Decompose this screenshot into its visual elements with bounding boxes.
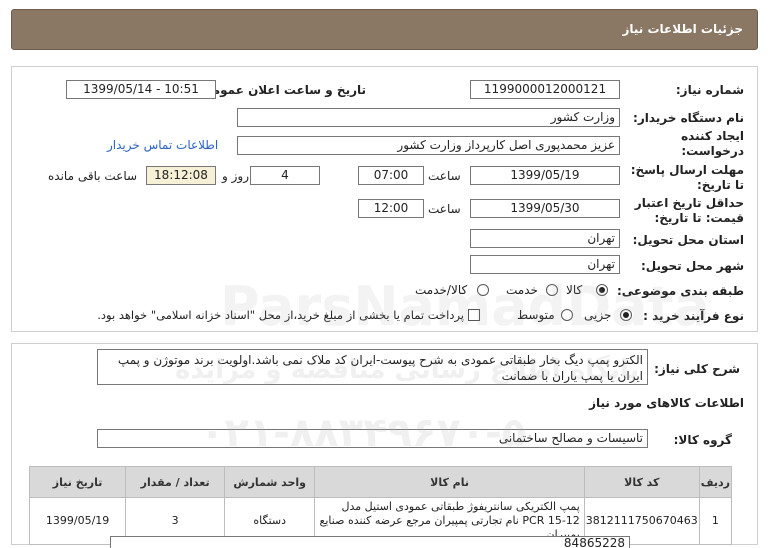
announce-label: تاریخ و ساعت اعلان عمومی: [195,83,366,97]
days-field: 4 [250,166,320,185]
category-both-label: کالا/خدمت [415,283,468,297]
deadline-label-1: مهلت ارسال پاسخ: [630,163,744,177]
buyer-org-field: وزارت کشور [237,108,620,127]
category-goods-radio[interactable] [596,284,608,296]
col-unit: واحد شمارش [224,466,316,498]
process-partial-label: جزیی [584,308,612,322]
page-header: جزئیات اطلاعات نیاز [11,9,758,50]
city-label: شهر محل تحویل: [640,259,744,273]
desc-label: شرح کلی نیاز: [654,362,740,376]
deadline-label-2: تا تاریخ: [696,178,744,192]
col-code: کد کالا [583,466,700,498]
announce-field: 1399/05/14 - 10:51 [66,80,216,99]
province-label: استان محل تحویل: [632,233,744,247]
cell-row: 1 [698,497,733,545]
city-field: تهران [470,255,620,274]
validity-time-label: ساعت [428,202,461,216]
deadline-time-label: ساعت [428,169,461,183]
remaining-label: ساعت باقی مانده [48,169,138,183]
need-number-label: شماره نیاز: [675,83,744,97]
category-goods-label: کالا [566,283,583,297]
goods-table-header: ردیف کد کالا نام کالا واحد شمارش تعداد /… [28,466,733,498]
contact-buyer-link[interactable]: اطلاعات تماس خریدار [107,138,218,152]
col-name: نام کالا [314,466,585,498]
days-label: روز و [222,169,249,183]
creator-label-2: درخواست: [681,144,744,158]
col-row: ردیف [698,466,733,498]
validity-label-2: قیمت: تا تاریخ: [654,211,744,225]
category-label: طبقه بندی موضوعی: [616,284,744,298]
page-title: جزئیات اطلاعات نیاز [622,22,743,36]
goods-info-title: اطلاعات کالاهای مورد نیاز [589,396,744,410]
desc-field: الکترو پمپ دیگ بخار طبقاتی عمودی به شرح … [97,349,648,385]
process-partial-radio[interactable] [620,309,632,321]
buyer-org-label: نام دستگاه خریدار: [633,111,744,125]
validity-label-1: حداقل تاریخ اعتبار [634,196,744,210]
treasury-payment-note: پرداخت تمام یا بخشی از مبلغ خرید،از محل … [97,308,464,322]
treasury-payment-checkbox[interactable] [468,309,480,321]
category-service-label: خدمت [506,283,538,297]
remaining-time-field: 18:12:08 [146,166,216,185]
process-medium-label: متوسط [517,308,555,322]
need-number-field: 1199000012000121 [470,80,620,99]
process-label: نوع فرآیند خرید : [643,309,744,323]
creator-field: عزیز محمدپوری اصل کارپرداز وزارت کشور [237,136,620,155]
validity-date-field: 1399/05/30 [470,199,620,218]
deadline-time-field: 07:00 [358,166,424,185]
validity-time-field: 12:00 [358,199,424,218]
goods-table: ردیف کد کالا نام کالا واحد شمارش تعداد /… [28,466,733,545]
deadline-date-field: 1399/05/19 [470,166,620,185]
col-date: تاریخ نیاز [28,466,127,498]
footer-partial-field: 84865228 [110,536,630,548]
process-medium-radio[interactable] [561,309,573,321]
category-both-radio[interactable] [477,284,489,296]
goods-group-label: گروه کالا: [673,433,732,447]
col-qty: تعداد / مقدار [125,466,226,498]
goods-group-field: تاسیسات و مصالح ساختمانی [97,429,648,448]
creator-label-1: ایجاد کننده [681,129,744,143]
province-field: تهران [470,229,620,248]
category-service-radio[interactable] [546,284,558,296]
